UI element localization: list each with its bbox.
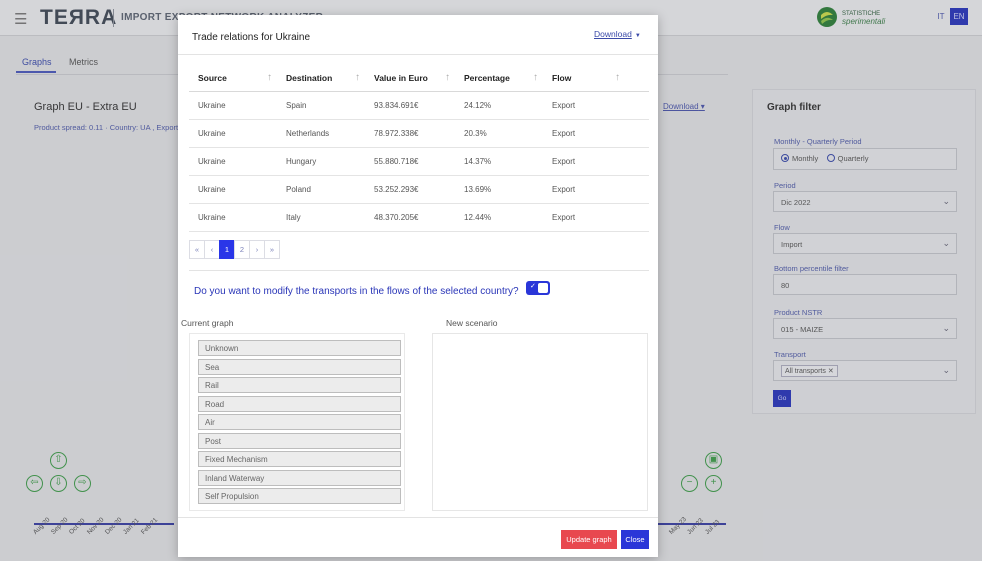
modify-transports-toggle[interactable]: ✓ bbox=[526, 281, 550, 295]
transport-item-rail[interactable]: Rail bbox=[198, 377, 401, 393]
column-header-source[interactable]: Source ↑ bbox=[189, 65, 277, 92]
modal-download-link[interactable]: Download ▼ bbox=[594, 29, 641, 39]
cell-destination: Hungary bbox=[277, 147, 365, 176]
table-row: Ukraine Italy 48.370.205€ 12.44% Export bbox=[189, 203, 649, 232]
new-scenario-drop-zone[interactable] bbox=[432, 333, 648, 511]
page-next-button[interactable]: › bbox=[249, 240, 265, 259]
column-header-percentage[interactable]: Percentage ↑ bbox=[455, 65, 543, 92]
cell-value: 93.834.691€ bbox=[365, 91, 455, 120]
cell-percentage: 12.44% bbox=[455, 203, 543, 232]
transport-item-air[interactable]: Air bbox=[198, 414, 401, 430]
column-header-destination[interactable]: Destination ↑ bbox=[277, 65, 365, 92]
cell-source: Ukraine bbox=[189, 119, 277, 148]
sort-icon[interactable]: ↑ bbox=[267, 72, 272, 83]
pagination: « ‹ 1 2 › » bbox=[189, 240, 280, 259]
cell-flow: Export bbox=[543, 91, 649, 120]
page-2-button[interactable]: 2 bbox=[234, 240, 250, 259]
trade-relations-table: Source ↑ Destination ↑ Value in Euro ↑ Perc… bbox=[189, 65, 649, 232]
modal-header: Trade relations for Ukraine Download ▼ bbox=[178, 15, 658, 55]
table-row: Ukraine Hungary 55.880.718€ 14.37% Expor… bbox=[189, 147, 649, 176]
cell-destination: Poland bbox=[277, 175, 365, 204]
cell-flow: Export bbox=[543, 203, 649, 232]
sort-icon[interactable]: ↑ bbox=[445, 72, 450, 83]
modal-footer-divider bbox=[178, 517, 658, 518]
modal-title: Trade relations for Ukraine bbox=[192, 32, 311, 43]
transport-item-fixed-mechanism[interactable]: Fixed Mechanism bbox=[198, 451, 401, 467]
update-graph-button[interactable]: Update graph bbox=[561, 530, 617, 549]
cell-value: 53.252.293€ bbox=[365, 175, 455, 204]
cell-value: 78.972.338€ bbox=[365, 119, 455, 148]
check-icon: ✓ bbox=[530, 283, 536, 290]
transport-item-post[interactable]: Post bbox=[198, 433, 401, 449]
column-header-value[interactable]: Value in Euro ↑ bbox=[365, 65, 455, 92]
page-prev-button[interactable]: ‹ bbox=[204, 240, 220, 259]
transport-item-sea[interactable]: Sea bbox=[198, 359, 401, 375]
transport-item-unknown[interactable]: Unknown bbox=[198, 340, 401, 356]
cell-source: Ukraine bbox=[189, 147, 277, 176]
transport-item-self-propulsion[interactable]: Self Propulsion bbox=[198, 488, 401, 504]
table-row: Ukraine Poland 53.252.293€ 13.69% Export bbox=[189, 175, 649, 204]
cell-flow: Export bbox=[543, 119, 649, 148]
caret-down-icon: ▼ bbox=[634, 33, 641, 39]
cell-source: Ukraine bbox=[189, 91, 277, 120]
sort-icon[interactable]: ↑ bbox=[533, 72, 538, 83]
table-row: Ukraine Spain 93.834.691€ 24.12% Export bbox=[189, 91, 649, 120]
sort-icon[interactable]: ↑ bbox=[355, 72, 360, 83]
cell-percentage: 14.37% bbox=[455, 147, 543, 176]
cell-percentage: 24.12% bbox=[455, 91, 543, 120]
divider bbox=[189, 270, 649, 271]
cell-destination: Spain bbox=[277, 91, 365, 120]
column-header-flow[interactable]: Flow ↑ bbox=[543, 65, 649, 92]
current-graph-label: Current graph bbox=[181, 318, 234, 328]
cell-percentage: 20.3% bbox=[455, 119, 543, 148]
trade-relations-modal: Trade relations for Ukraine Download ▼ So… bbox=[178, 15, 658, 557]
cell-source: Ukraine bbox=[189, 203, 277, 232]
cell-destination: Italy bbox=[277, 203, 365, 232]
toggle-knob bbox=[538, 283, 548, 293]
cell-destination: Netherlands bbox=[277, 119, 365, 148]
transport-item-road[interactable]: Road bbox=[198, 396, 401, 412]
cell-value: 48.370.205€ bbox=[365, 203, 455, 232]
cell-value: 55.880.718€ bbox=[365, 147, 455, 176]
cell-source: Ukraine bbox=[189, 175, 277, 204]
cell-flow: Export bbox=[543, 147, 649, 176]
sort-icon[interactable]: ↑ bbox=[615, 72, 620, 83]
page-1-button[interactable]: 1 bbox=[219, 240, 235, 259]
cell-flow: Export bbox=[543, 175, 649, 204]
transport-item-inland-waterway[interactable]: Inland Waterway bbox=[198, 470, 401, 486]
page-first-button[interactable]: « bbox=[189, 240, 205, 259]
new-scenario-label: New scenario bbox=[446, 318, 498, 328]
close-button[interactable]: Close bbox=[621, 530, 649, 549]
table-header-row: Source ↑ Destination ↑ Value in Euro ↑ Perc… bbox=[189, 65, 649, 92]
modify-transports-question: Do you want to modify the transports in … bbox=[194, 286, 519, 297]
cell-percentage: 13.69% bbox=[455, 175, 543, 204]
table-row: Ukraine Netherlands 78.972.338€ 20.3% Ex… bbox=[189, 119, 649, 148]
current-graph-transport-list: Unknown Sea Rail Road Air Post Fixed Mec… bbox=[189, 333, 405, 511]
page-last-button[interactable]: » bbox=[264, 240, 280, 259]
